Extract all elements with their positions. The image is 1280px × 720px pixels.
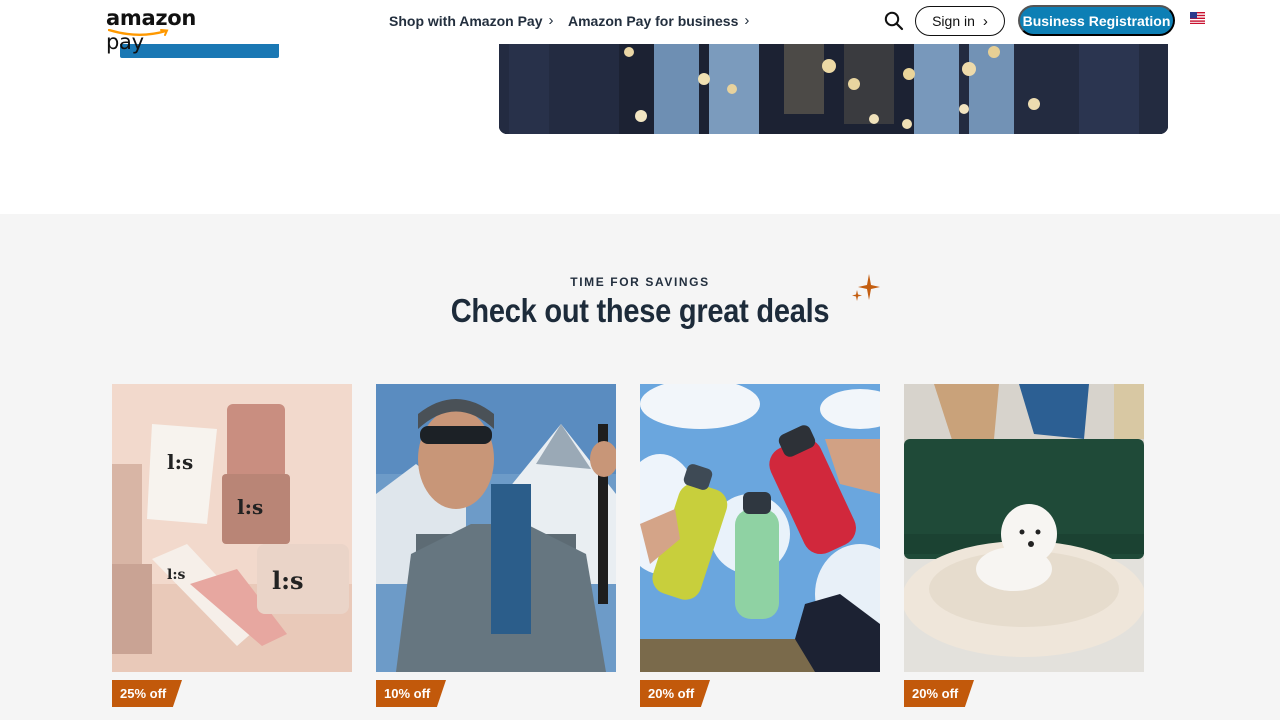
chevron-right-icon: › <box>744 12 750 29</box>
deals-section: TIME FOR SAVINGS Check out these great d… <box>0 214 1280 720</box>
logo-word-amazon: amazon <box>106 6 197 30</box>
us-flag-icon[interactable] <box>1190 12 1205 24</box>
svg-text:l:s: l:s <box>167 567 185 583</box>
business-registration-label: Business Registration <box>1022 12 1171 29</box>
sign-in-label: Sign in <box>932 13 975 29</box>
deal-card-4[interactable] <box>904 384 1144 672</box>
top-nav: amazon pay Shop with Amazon Pay › Amazon… <box>0 0 1280 54</box>
svg-text:l:s: l:s <box>167 450 193 474</box>
previous-section-button[interactable] <box>120 44 279 58</box>
discount-badge: 20% off <box>640 680 710 707</box>
nav-link-label: Shop with Amazon Pay <box>389 12 543 29</box>
amazon-pay-logo[interactable]: amazon pay <box>106 6 230 54</box>
deal-card-2[interactable] <box>376 384 616 672</box>
chevron-right-icon: › <box>548 12 554 29</box>
hiker-image <box>376 384 616 672</box>
deals-title: Check out these great deals <box>450 292 830 329</box>
svg-text:l:s: l:s <box>237 495 263 519</box>
nav-amazon-pay-for-business[interactable]: Amazon Pay for business › <box>568 12 749 29</box>
discount-badge: 20% off <box>904 680 974 707</box>
discount-badge: 25% off <box>112 680 182 707</box>
water-bottles-image <box>640 384 880 672</box>
deal-card-3[interactable] <box>640 384 880 672</box>
chevron-right-icon: › <box>982 12 988 30</box>
beauty-products-image: l:s l:s l:s l:s <box>112 384 352 672</box>
discount-badge: 10% off <box>376 680 446 707</box>
hero-popcorn-image <box>499 44 1168 134</box>
search-icon[interactable] <box>883 10 905 32</box>
sign-in-button[interactable]: Sign in › <box>915 6 1005 36</box>
nav-shop-with-amazon-pay[interactable]: Shop with Amazon Pay › <box>389 12 554 29</box>
nav-link-label: Amazon Pay for business <box>568 12 739 29</box>
svg-text:l:s: l:s <box>272 566 304 595</box>
dog-bed-image <box>904 384 1144 672</box>
deals-eyebrow: TIME FOR SAVINGS <box>570 275 710 289</box>
deal-card-1[interactable]: l:s l:s l:s l:s <box>112 384 352 672</box>
sparkle-icon <box>852 274 880 301</box>
hero-image <box>499 44 1168 134</box>
smile-arrow-icon <box>108 29 169 36</box>
business-registration-button[interactable]: Business Registration <box>1018 5 1175 36</box>
